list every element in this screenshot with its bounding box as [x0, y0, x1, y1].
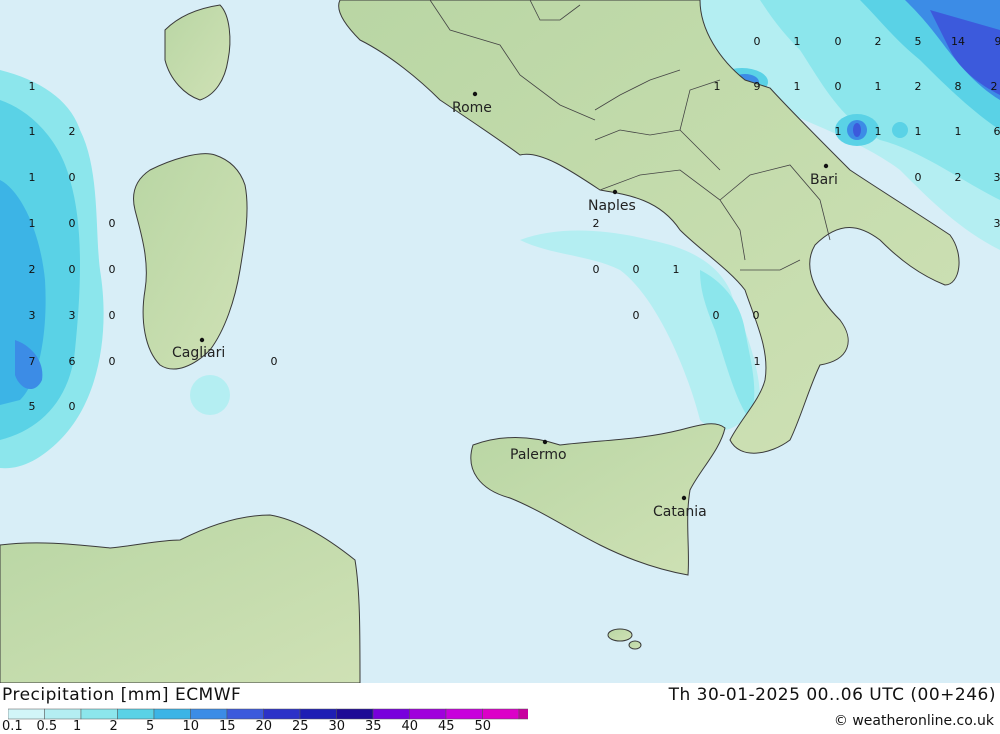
- precip-value: 2: [593, 217, 600, 230]
- city-label-cagliari: Cagliari: [172, 345, 225, 361]
- legend-swatch: [81, 709, 118, 719]
- precip-value: 9: [754, 80, 761, 93]
- legend-scale-label: 35: [365, 719, 382, 734]
- legend-swatch: [118, 709, 155, 719]
- precip-value: 1: [794, 35, 801, 48]
- precip-value: 1: [955, 125, 962, 138]
- precip-value: 2: [29, 263, 36, 276]
- precip-value: 1: [714, 80, 721, 93]
- legend-credit: © weatheronline.co.uk: [834, 713, 994, 729]
- precip-value: 5: [915, 35, 922, 48]
- precip-value: 1: [29, 171, 36, 184]
- precip-value: 0: [713, 309, 720, 322]
- city-marker-naples: [613, 190, 617, 194]
- legend-datetime: Th 30-01-2025 00..06 UTC (00+246): [669, 685, 996, 705]
- precip-value: 7: [29, 355, 36, 368]
- city-label-bari: Bari: [810, 172, 838, 188]
- precip-value: 3: [994, 171, 1000, 184]
- legend-scale-label: 5: [146, 719, 154, 734]
- precip-value: 1: [875, 125, 882, 138]
- city-marker-catania: [682, 496, 686, 500]
- precip-value: 3: [29, 309, 36, 322]
- precip-value: 9: [995, 35, 1000, 48]
- legend-scale-label: 45: [438, 719, 455, 734]
- legend-scale-label: 20: [256, 719, 273, 734]
- precip-value: 1: [875, 80, 882, 93]
- legend-swatch: [191, 709, 228, 719]
- legend-scale-label: 2: [110, 719, 118, 734]
- city-label-rome: Rome: [452, 100, 492, 116]
- legend-swatch: [373, 709, 410, 719]
- precip-value: 0: [835, 35, 842, 48]
- precip-value: 1: [29, 217, 36, 230]
- legend-scale-label: 0.5: [37, 719, 58, 734]
- legend-title: Precipitation [mm] ECMWF: [2, 685, 241, 705]
- precip-value: 1: [29, 125, 36, 138]
- legend-swatch: [8, 709, 45, 719]
- city-marker-cagliari: [200, 338, 204, 342]
- precip-value: 14: [951, 35, 965, 48]
- legend-scale-label: 25: [292, 719, 309, 734]
- legend-swatch: [227, 709, 264, 719]
- precip-value: 2: [69, 125, 76, 138]
- precip-value: 2: [875, 35, 882, 48]
- precip-value: 5: [29, 400, 36, 413]
- legend-swatch: [446, 709, 483, 719]
- precip-value: 0: [633, 263, 640, 276]
- precip-value: 0: [69, 400, 76, 413]
- precip-value: 0: [109, 263, 116, 276]
- legend-swatch: [410, 709, 447, 719]
- precip-value: 0: [835, 80, 842, 93]
- precip-value: 0: [754, 35, 761, 48]
- city-label-naples: Naples: [588, 198, 636, 214]
- precip-value: 0: [633, 309, 640, 322]
- precip-value: 0: [271, 355, 278, 368]
- city-marker-palermo: [543, 440, 547, 444]
- precip-value: 0: [593, 263, 600, 276]
- precip-value: 0: [69, 263, 76, 276]
- legend-scale-label: 0.1: [2, 719, 23, 734]
- city-marker-bari: [824, 164, 828, 168]
- legend-swatch: [483, 709, 520, 719]
- city-label-catania: Catania: [653, 504, 707, 520]
- legend-scale-label: 10: [183, 719, 200, 734]
- precipitation-map: 0102514919101282111161121002310023200001…: [0, 0, 1000, 683]
- precip-value: 6: [69, 355, 76, 368]
- precip-value: 1: [673, 263, 680, 276]
- precip-value: 1: [915, 125, 922, 138]
- legend-swatch: [45, 709, 82, 719]
- precip-value: 8: [955, 80, 962, 93]
- precip-value: 0: [753, 309, 760, 322]
- legend-swatch: [519, 709, 528, 719]
- legend-scale-label: 1: [73, 719, 81, 734]
- city-marker-rome: [473, 92, 477, 96]
- precip-value: 1: [794, 80, 801, 93]
- precip-value: 6: [994, 125, 1000, 138]
- city-label-palermo: Palermo: [510, 447, 567, 463]
- precip-value: 3: [994, 217, 1000, 230]
- precip-value: 0: [109, 217, 116, 230]
- legend-swatch: [264, 709, 301, 719]
- legend-scale-label: 50: [475, 719, 492, 734]
- precip-value: 0: [69, 171, 76, 184]
- legend-swatch: [300, 709, 337, 719]
- precip-value: 1: [754, 355, 761, 368]
- precip-value: 2: [915, 80, 922, 93]
- precip-value: 2: [991, 80, 998, 93]
- precip-value: 0: [915, 171, 922, 184]
- precip-value: 0: [109, 309, 116, 322]
- precip-value: 1: [835, 125, 842, 138]
- legend-scale-label: 30: [329, 719, 346, 734]
- legend-scale-label: 40: [402, 719, 419, 734]
- legend-swatch: [154, 709, 191, 719]
- precip-value: 3: [69, 309, 76, 322]
- precip-value: 2: [955, 171, 962, 184]
- legend-swatch: [337, 709, 374, 719]
- precip-value: 1: [29, 80, 36, 93]
- precip-value: 0: [69, 217, 76, 230]
- precip-value: 0: [109, 355, 116, 368]
- legend-scale-label: 15: [219, 719, 236, 734]
